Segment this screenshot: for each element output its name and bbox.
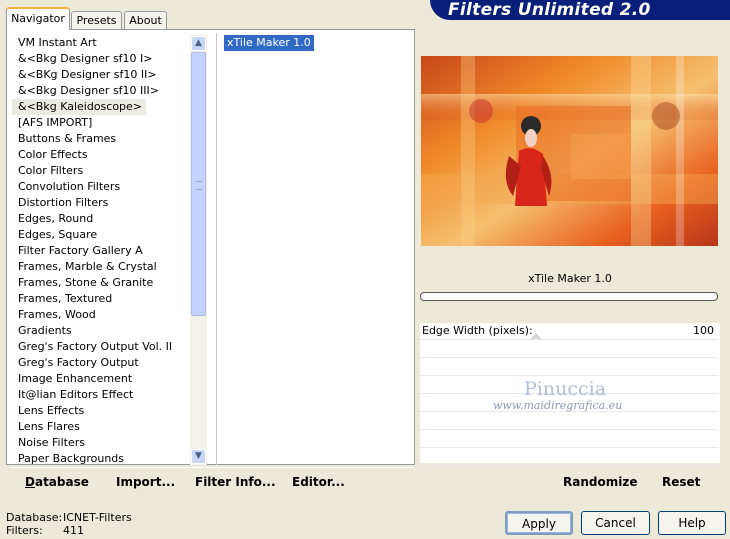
category-item[interactable]: Convolution Filters bbox=[12, 179, 190, 195]
preview-image bbox=[421, 56, 718, 246]
category-item[interactable]: Paper Backgrounds bbox=[12, 451, 190, 467]
category-label: Edges, Round bbox=[18, 212, 94, 225]
watermark-site: www.maidiregrafica.eu bbox=[493, 399, 623, 412]
edge-width-value: 100 bbox=[693, 324, 714, 337]
category-item[interactable]: Color Effects bbox=[12, 147, 190, 163]
watermark-name: Pinuccia bbox=[524, 378, 607, 400]
category-item[interactable]: Gradients bbox=[12, 323, 190, 339]
category-item[interactable]: Edges, Square bbox=[12, 227, 190, 243]
category-item[interactable]: Frames, Stone & Granite bbox=[12, 275, 190, 291]
category-item[interactable]: Lens Effects bbox=[12, 403, 190, 419]
category-item[interactable]: Image Enhancement bbox=[12, 371, 190, 387]
database-button[interactable]: Database bbox=[25, 475, 89, 489]
param-row bbox=[420, 449, 718, 466]
param-row bbox=[420, 413, 718, 430]
app-title: Filters Unlimited 2.0 bbox=[448, 0, 651, 20]
category-label: Frames, Marble & Crystal bbox=[18, 260, 157, 273]
param-row-edge-width[interactable]: Edge Width (pixels): 100 bbox=[420, 323, 718, 340]
param-row bbox=[420, 431, 718, 448]
category-label: [AFS IMPORT] bbox=[18, 116, 93, 129]
scroll-thumb[interactable] bbox=[191, 52, 206, 316]
category-item[interactable]: &<Bkg Designer sf10 I> bbox=[12, 51, 190, 67]
category-label: VM Instant Art bbox=[18, 36, 97, 49]
category-label: Image Enhancement bbox=[18, 372, 133, 385]
category-label: &<Bkg Kaleidoscope> bbox=[12, 99, 147, 115]
randomize-button[interactable]: Randomize bbox=[563, 475, 637, 489]
category-item[interactable]: &<BKg Designer sf10 II> bbox=[12, 67, 190, 83]
category-item[interactable]: Greg's Factory Output bbox=[12, 355, 190, 371]
reset-button[interactable]: Reset bbox=[662, 475, 700, 489]
category-label: Convolution Filters bbox=[18, 180, 121, 193]
category-label: Frames, Wood bbox=[18, 308, 96, 321]
category-item[interactable]: &<Bkg Designer sf10 III> bbox=[12, 83, 190, 99]
category-item[interactable]: [AFS IMPORT] bbox=[12, 115, 190, 131]
category-label: Lens Flares bbox=[18, 420, 80, 433]
database-value: ICNET-Filters bbox=[63, 511, 132, 524]
category-item[interactable]: Edges, Round bbox=[12, 211, 190, 227]
category-label: Noise Filters bbox=[18, 436, 85, 449]
category-item[interactable]: Frames, Wood bbox=[12, 307, 190, 323]
category-item[interactable]: Filter Factory Gallery A bbox=[12, 243, 190, 259]
category-label: Greg's Factory Output Vol. II bbox=[18, 340, 173, 353]
scroll-down-button[interactable]: ▼ bbox=[191, 449, 206, 464]
filters-count: 411 bbox=[63, 524, 84, 537]
category-label: Frames, Textured bbox=[18, 292, 113, 305]
category-label: Lens Effects bbox=[18, 404, 85, 417]
category-label: Distortion Filters bbox=[18, 196, 109, 209]
category-label: It@lian Editors Effect bbox=[18, 388, 134, 401]
preview-artwork bbox=[421, 56, 718, 246]
category-item[interactable]: Color Filters bbox=[12, 163, 190, 179]
preview-filter-name: xTile Maker 1.0 bbox=[420, 268, 720, 290]
category-item[interactable]: VM Instant Art bbox=[12, 35, 190, 51]
category-item[interactable]: It@lian Editors Effect bbox=[12, 387, 190, 403]
filters-label: Filters: bbox=[6, 524, 43, 537]
slider-thumb-icon[interactable] bbox=[530, 333, 542, 339]
category-label: Color Effects bbox=[18, 148, 88, 161]
progress-bar bbox=[420, 292, 718, 301]
category-item[interactable]: Frames, Textured bbox=[12, 291, 190, 307]
filter-item-xtile-maker[interactable]: xTile Maker 1.0 bbox=[224, 35, 314, 51]
category-label: &<Bkg Designer sf10 I> bbox=[18, 52, 153, 65]
edge-width-label: Edge Width (pixels): bbox=[422, 324, 533, 337]
category-item[interactable]: Noise Filters bbox=[12, 435, 190, 451]
scroll-up-button[interactable]: ▲ bbox=[191, 36, 206, 51]
category-label: Greg's Factory Output bbox=[18, 356, 139, 369]
category-label: Frames, Stone & Granite bbox=[18, 276, 154, 289]
help-button[interactable]: Help bbox=[658, 511, 726, 535]
category-item[interactable]: Greg's Factory Output Vol. II bbox=[12, 339, 190, 355]
tab-navigator[interactable]: Navigator bbox=[6, 7, 70, 30]
category-label: &<BKg Designer sf10 II> bbox=[18, 68, 157, 81]
filter-list[interactable] bbox=[216, 33, 415, 465]
category-item[interactable]: Lens Flares bbox=[12, 419, 190, 435]
category-label: Edges, Square bbox=[18, 228, 98, 241]
param-row bbox=[420, 359, 718, 376]
category-list[interactable]: VM Instant Art &<Bkg Designer sf10 I> &<BK… bbox=[12, 35, 190, 467]
category-label: Buttons & Frames bbox=[18, 132, 117, 145]
category-label: Paper Backgrounds bbox=[18, 452, 125, 465]
param-row bbox=[420, 341, 718, 358]
category-label: Color Filters bbox=[18, 164, 84, 177]
filter-info-button[interactable]: Filter Info... bbox=[195, 475, 276, 489]
category-item[interactable]: Frames, Marble & Crystal bbox=[12, 259, 190, 275]
category-item[interactable]: Buttons & Frames bbox=[12, 131, 190, 147]
import-button[interactable]: Import... bbox=[116, 475, 175, 489]
tab-about[interactable]: About bbox=[124, 11, 167, 29]
category-item[interactable]: &<Bkg Kaleidoscope> bbox=[12, 99, 190, 115]
cancel-button[interactable]: Cancel bbox=[581, 511, 650, 535]
editor-button[interactable]: Editor... bbox=[292, 475, 345, 489]
apply-button[interactable]: Apply bbox=[505, 511, 573, 535]
category-label: Gradients bbox=[18, 324, 72, 337]
category-label: &<Bkg Designer sf10 III> bbox=[18, 84, 160, 97]
database-label: Database: bbox=[6, 511, 63, 524]
grip-icon bbox=[196, 181, 202, 190]
tab-presets[interactable]: Presets bbox=[71, 11, 122, 29]
category-label: Filter Factory Gallery A bbox=[18, 244, 143, 257]
database-button-rest: atabase bbox=[34, 475, 89, 489]
category-item[interactable]: Distortion Filters bbox=[12, 195, 190, 211]
